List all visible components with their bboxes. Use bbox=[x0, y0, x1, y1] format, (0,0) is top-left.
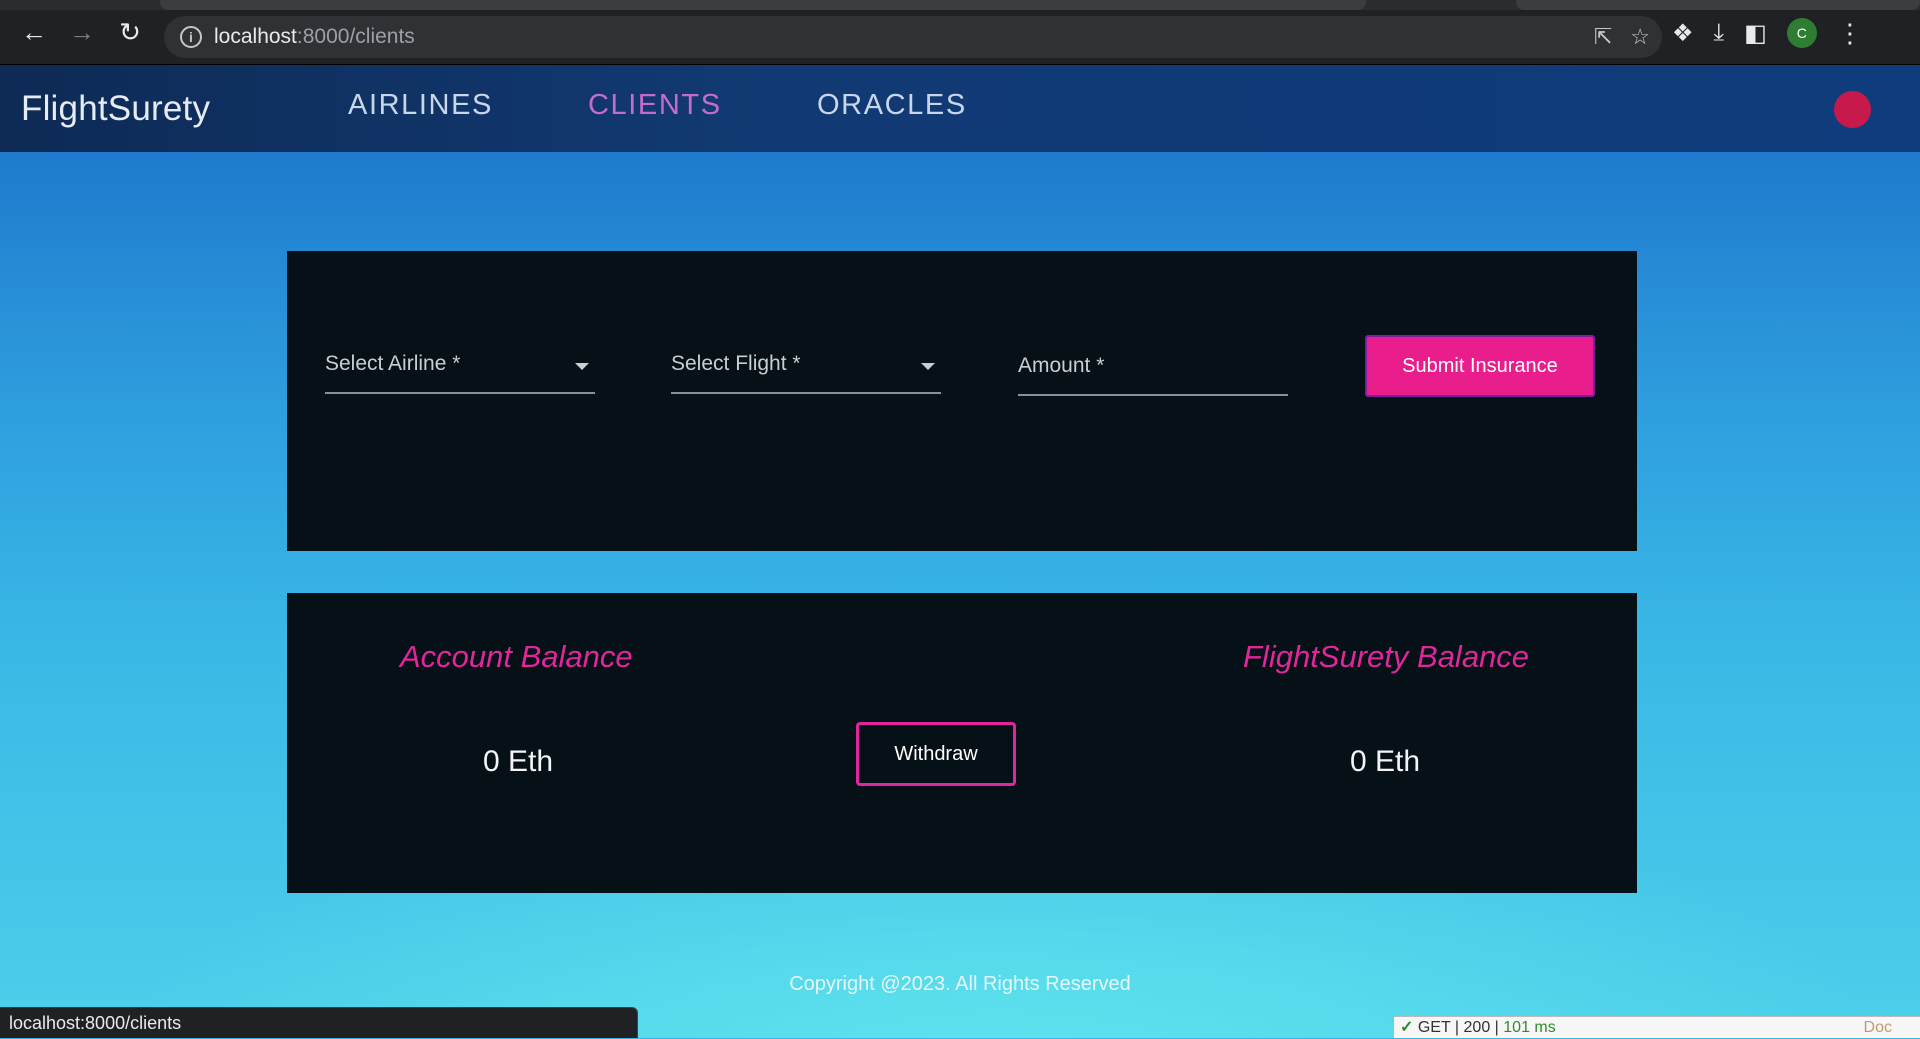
more-menu-icon[interactable]: ⋮ bbox=[1837, 20, 1863, 46]
doc-link[interactable]: Doc bbox=[1864, 1017, 1892, 1039]
select-flight-dropdown[interactable]: Select Flight * bbox=[671, 336, 941, 394]
account-balance-title: Account Balance bbox=[400, 639, 633, 674]
connection-status-indicator bbox=[1834, 91, 1871, 128]
request-method: GET bbox=[1417, 1019, 1451, 1036]
arrow-right-icon: → bbox=[69, 16, 95, 47]
amount-input[interactable]: Amount * bbox=[1018, 338, 1288, 396]
site-info-icon[interactable]: i bbox=[180, 26, 202, 48]
reload-button[interactable]: ↻ bbox=[110, 12, 150, 52]
link-status-bubble: localhost:8000/clients bbox=[0, 1007, 638, 1038]
app-header: FlightSurety AIRLINES CLIENTS ORACLES bbox=[0, 65, 1920, 152]
footer: Copyright @2023. All Rights Reserved bbox=[0, 973, 1920, 996]
page-background: FlightSurety AIRLINES CLIENTS ORACLES Se… bbox=[0, 65, 1920, 1038]
bookmark-star-icon[interactable]: ☆ bbox=[1630, 24, 1650, 50]
reload-icon: ↻ bbox=[119, 16, 141, 47]
download-icon[interactable]: ⤓ bbox=[1714, 19, 1725, 47]
debug-toolbar[interactable]: ✓ GET | 200 | 101 ms Doc bbox=[1394, 1016, 1920, 1038]
account-balance-value: 0 Eth bbox=[483, 745, 554, 778]
forward-button[interactable]: → bbox=[62, 12, 102, 52]
nav-oracles[interactable]: ORACLES bbox=[817, 89, 967, 122]
response-time: 101 ms bbox=[1503, 1019, 1556, 1036]
browser-tab[interactable] bbox=[1516, 0, 1920, 10]
arrow-left-icon: ← bbox=[21, 16, 47, 47]
copyright-text: Copyright @2023. All Rights Reserved bbox=[789, 973, 1131, 995]
nav-airlines[interactable]: AIRLINES bbox=[348, 89, 493, 122]
select-airline-dropdown[interactable]: Select Airline * bbox=[325, 336, 595, 394]
extensions-puzzle-icon[interactable]: ❖ bbox=[1672, 19, 1694, 48]
browser-tab[interactable] bbox=[160, 0, 1366, 10]
flightsurety-balance-title: FlightSurety Balance bbox=[1243, 639, 1530, 674]
chevron-down-icon bbox=[575, 363, 589, 370]
tab-strip bbox=[0, 0, 1920, 10]
flightsurety-balance-value: 0 Eth bbox=[1350, 745, 1421, 778]
browser-toolbar: ← → ↻ i localhost:8000/clients ⇱ ☆ ❖ ⤓ ◧… bbox=[0, 0, 1920, 65]
submit-insurance-button[interactable]: Submit Insurance bbox=[1365, 335, 1595, 397]
select-flight-label: Select Flight * bbox=[671, 352, 801, 375]
withdraw-button[interactable]: Withdraw bbox=[856, 722, 1016, 786]
response-status: 200 bbox=[1463, 1019, 1491, 1036]
nav-clients[interactable]: CLIENTS bbox=[588, 89, 722, 122]
profile-avatar[interactable]: C bbox=[1786, 18, 1817, 48]
side-panel-icon[interactable]: ◧ bbox=[1744, 19, 1767, 48]
balance-panel: Account Balance 0 Eth Withdraw FlightSur… bbox=[287, 593, 1637, 893]
share-icon[interactable]: ⇱ bbox=[1594, 24, 1612, 50]
amount-label: Amount * bbox=[1018, 354, 1105, 377]
select-airline-label: Select Airline * bbox=[325, 352, 461, 375]
url-text[interactable]: localhost:8000/clients bbox=[214, 25, 415, 49]
address-bar[interactable]: i localhost:8000/clients ⇱ ☆ bbox=[164, 16, 1662, 58]
check-icon: ✓ bbox=[1400, 1019, 1414, 1036]
chevron-down-icon bbox=[921, 363, 935, 370]
brand-logo[interactable]: FlightSurety bbox=[21, 89, 210, 129]
insurance-form-panel: Select Airline * Select Flight * Amount … bbox=[287, 251, 1637, 551]
back-button[interactable]: ← bbox=[14, 12, 54, 52]
